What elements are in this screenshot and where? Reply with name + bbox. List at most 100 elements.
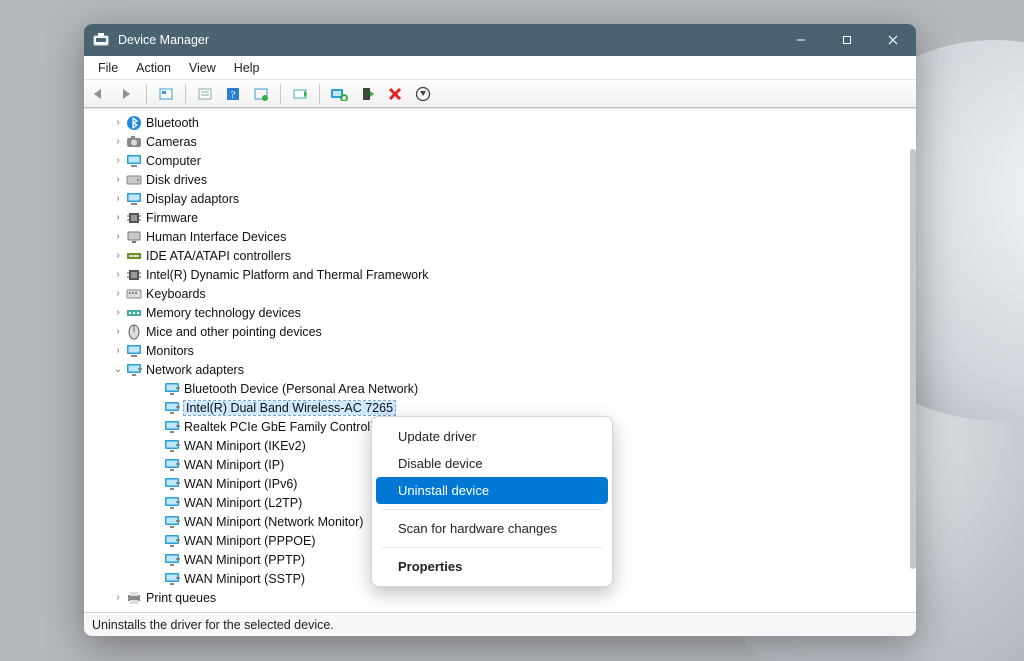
context-menu-item[interactable]: Disable device — [376, 450, 608, 477]
tree-category[interactable]: › Cameras — [84, 132, 910, 151]
camera-icon — [126, 134, 142, 150]
toolbar-properties-button[interactable] — [194, 83, 216, 105]
app-icon — [92, 31, 110, 49]
tree-device[interactable]: Bluetooth Device (Personal Area Network) — [84, 379, 910, 398]
context-menu-separator — [382, 547, 602, 548]
maximize-button[interactable] — [824, 24, 870, 56]
network-icon — [164, 495, 180, 511]
monitor-icon — [126, 191, 142, 207]
network-icon — [126, 362, 142, 378]
category-label: Cameras — [146, 135, 197, 149]
device-label: WAN Miniport (L2TP) — [184, 496, 302, 510]
context-menu-separator — [382, 509, 602, 510]
device-label: WAN Miniport (IKEv2) — [184, 439, 306, 453]
expander-icon[interactable]: › — [112, 136, 124, 147]
category-label: Display adaptors — [146, 192, 239, 206]
expander-icon[interactable]: › — [112, 288, 124, 299]
tree-category[interactable]: ›Human Interface Devices — [84, 227, 910, 246]
category-label: Bluetooth — [146, 116, 199, 130]
device-label: WAN Miniport (SSTP) — [184, 572, 305, 586]
device-label: WAN Miniport (IP) — [184, 458, 284, 472]
tree-category[interactable]: ⌄Network adapters — [84, 360, 910, 379]
toolbar-separator — [319, 84, 320, 104]
toolbar-separator — [280, 84, 281, 104]
tree-category[interactable]: ›Mice and other pointing devices — [84, 322, 910, 341]
tree-category[interactable]: › Display adaptors — [84, 189, 910, 208]
toolbar: ? — [84, 80, 916, 108]
expander-icon[interactable]: › — [112, 231, 124, 242]
context-menu-item[interactable]: Uninstall device — [376, 477, 608, 504]
expander-icon[interactable]: › — [112, 174, 124, 185]
svg-text:?: ? — [231, 89, 236, 101]
toolbar-disable-button[interactable] — [384, 83, 406, 105]
toolbar-back-button[interactable] — [88, 83, 110, 105]
expander-icon[interactable]: › — [112, 592, 124, 603]
toolbar-refresh-button[interactable] — [250, 83, 272, 105]
category-label: Disk drives — [146, 173, 207, 187]
printer-icon — [126, 590, 142, 606]
expander-icon[interactable]: › — [112, 307, 124, 318]
network-icon — [164, 381, 180, 397]
context-menu-item[interactable]: Update driver — [376, 423, 608, 450]
status-text: Uninstalls the driver for the selected d… — [92, 618, 334, 632]
expander-icon[interactable]: › — [112, 155, 124, 166]
expander-icon[interactable]: › — [112, 326, 124, 337]
toolbar-help-button[interactable]: ? — [222, 83, 244, 105]
category-label: Print queues — [146, 591, 216, 605]
category-label: Intel(R) Dynamic Platform and Thermal Fr… — [146, 268, 428, 282]
close-button[interactable] — [870, 24, 916, 56]
toolbar-update-driver-button[interactable] — [289, 83, 311, 105]
toolbar-enable-button[interactable] — [356, 83, 378, 105]
menu-view[interactable]: View — [181, 59, 224, 77]
expander-icon[interactable]: › — [112, 193, 124, 204]
network-icon — [164, 552, 180, 568]
chip-icon — [126, 210, 142, 226]
tree-category[interactable]: › Monitors — [84, 341, 910, 360]
expander-icon[interactable]: ⌄ — [112, 364, 124, 375]
tree-device[interactable]: Intel(R) Dual Band Wireless-AC 7265 — [84, 398, 910, 417]
bluetooth-icon — [126, 115, 142, 131]
expander-icon[interactable]: › — [112, 212, 124, 223]
tree-category[interactable]: › Intel(R) Dynamic Platform and Thermal F… — [84, 265, 910, 284]
ide-icon — [126, 248, 142, 264]
statusbar: Uninstalls the driver for the selected d… — [84, 612, 916, 636]
toolbar-scan-button[interactable] — [328, 83, 350, 105]
titlebar[interactable]: Device Manager — [84, 24, 916, 56]
network-icon — [164, 514, 180, 530]
network-icon — [164, 571, 180, 587]
tree-category[interactable]: ›IDE ATA/ATAPI controllers — [84, 246, 910, 265]
context-menu-item[interactable]: Scan for hardware changes — [376, 515, 608, 542]
tree-category[interactable]: › Computer — [84, 151, 910, 170]
memory-icon — [126, 305, 142, 321]
category-label: Firmware — [146, 211, 198, 225]
menu-file[interactable]: File — [90, 59, 126, 77]
minimize-button[interactable] — [778, 24, 824, 56]
toolbar-forward-button[interactable] — [116, 83, 138, 105]
tree-category[interactable]: › Disk drives — [84, 170, 910, 189]
category-label: Memory technology devices — [146, 306, 301, 320]
toolbar-show-hidden-button[interactable] — [155, 83, 177, 105]
category-label: Keyboards — [146, 287, 206, 301]
network-icon — [164, 419, 180, 435]
tree-category[interactable]: › Keyboards — [84, 284, 910, 303]
menu-help[interactable]: Help — [226, 59, 268, 77]
tree-category[interactable]: › Bluetooth — [84, 113, 910, 132]
tree-category[interactable]: › Print queues — [84, 588, 910, 607]
device-label: WAN Miniport (IPv6) — [184, 477, 297, 491]
scrollbar[interactable] — [910, 149, 916, 569]
chip-icon — [126, 267, 142, 283]
expander-icon[interactable]: › — [112, 269, 124, 280]
category-label: Monitors — [146, 344, 194, 358]
window-title: Device Manager — [118, 33, 209, 47]
expander-icon[interactable]: › — [112, 250, 124, 261]
menu-action[interactable]: Action — [128, 59, 179, 77]
tree-category[interactable]: › Firmware — [84, 208, 910, 227]
tree-category[interactable]: › Memory technology devices — [84, 303, 910, 322]
expander-icon[interactable]: › — [112, 345, 124, 356]
device-label: Intel(R) Dual Band Wireless-AC 7265 — [184, 401, 395, 415]
context-menu-item[interactable]: Properties — [376, 553, 608, 580]
expander-icon[interactable]: › — [112, 117, 124, 128]
toolbar-uninstall-button[interactable] — [412, 83, 434, 105]
category-label: Computer — [146, 154, 201, 168]
context-menu[interactable]: Update driverDisable deviceUninstall dev… — [371, 416, 613, 587]
